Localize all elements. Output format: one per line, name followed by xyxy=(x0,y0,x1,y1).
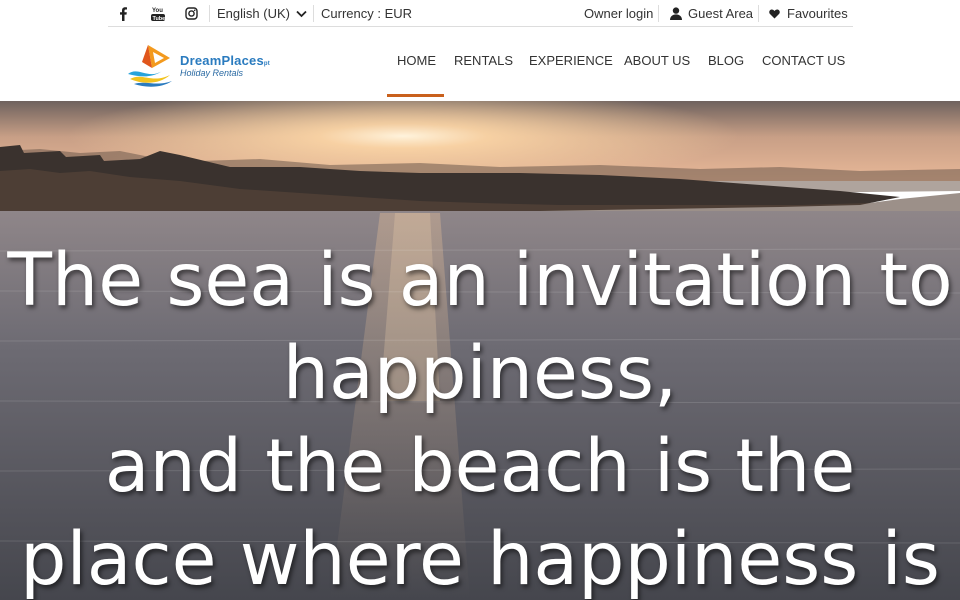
divider xyxy=(313,5,314,22)
main-nav: HOME RENTALS EXPERIENCE ABOUT US BLOG CO… xyxy=(0,48,960,74)
active-nav-indicator xyxy=(387,94,444,97)
divider xyxy=(658,5,659,22)
nav-item-blog[interactable]: BLOG xyxy=(708,48,744,74)
hero-headline: The sea is an invitation to happiness, a… xyxy=(0,234,960,600)
hero-line: place where happiness is xyxy=(20,517,940,600)
nav-item-experience[interactable]: EXPERIENCE xyxy=(529,48,613,74)
nav-item-contact-us[interactable]: CONTACT US xyxy=(762,48,845,74)
divider xyxy=(758,5,759,22)
youtube-icon[interactable]: You Tube xyxy=(151,0,165,27)
currency-label: Currency : EUR xyxy=(321,6,413,21)
currency-selector[interactable]: Currency : EUR xyxy=(321,0,412,27)
owner-login-label: Owner login xyxy=(584,6,654,21)
divider xyxy=(209,5,210,22)
instagram-icon[interactable] xyxy=(185,0,198,27)
chevron-down-icon xyxy=(296,10,307,18)
hero-banner: The sea is an invitation to happiness, a… xyxy=(0,101,960,600)
guest-area-label: Guest Area xyxy=(688,6,754,21)
hero-line: The sea is an invitation to xyxy=(7,238,953,323)
nav-item-rentals[interactable]: RENTALS xyxy=(454,48,513,74)
favourites-link[interactable]: Favourites xyxy=(769,0,848,27)
favourites-label: Favourites xyxy=(787,6,848,21)
hero-line: happiness, xyxy=(282,331,678,416)
heart-icon xyxy=(769,8,780,19)
nav-item-home[interactable]: HOME xyxy=(397,48,436,74)
guest-area-link[interactable]: Guest Area xyxy=(670,0,753,27)
facebook-icon[interactable] xyxy=(118,0,128,27)
nav-item-about-us[interactable]: ABOUT US xyxy=(624,48,690,74)
svg-text:You: You xyxy=(152,8,163,14)
language-selector[interactable]: English (UK) xyxy=(217,0,307,27)
top-utility-bar: You Tube English (UK) Currency : EUR Own… xyxy=(108,0,853,27)
svg-text:Tube: Tube xyxy=(153,16,166,22)
owner-login-link[interactable]: Owner login xyxy=(584,0,653,27)
user-icon xyxy=(670,7,682,20)
hero-line: and the beach is the xyxy=(104,424,856,509)
language-label: English (UK) xyxy=(217,6,290,21)
